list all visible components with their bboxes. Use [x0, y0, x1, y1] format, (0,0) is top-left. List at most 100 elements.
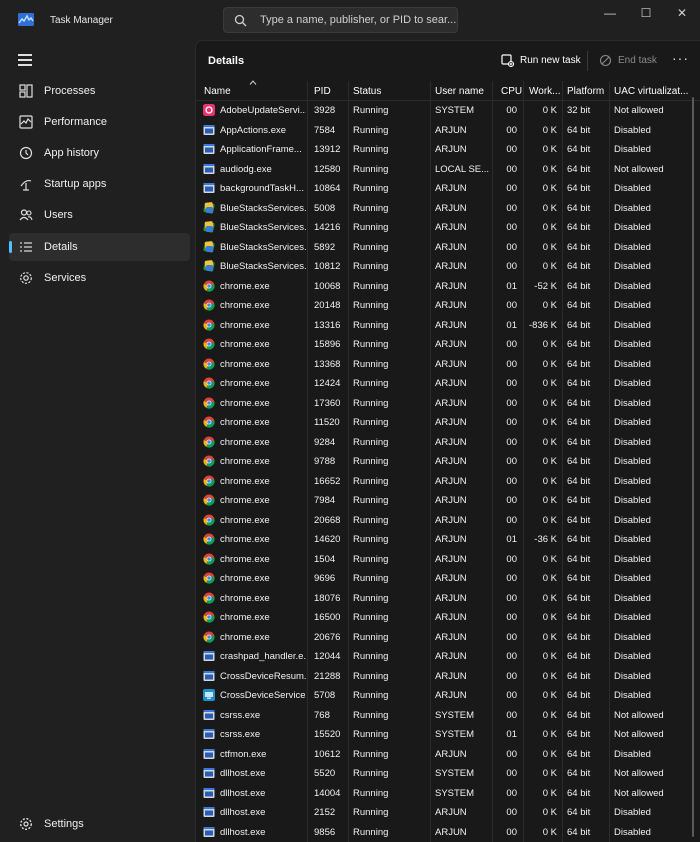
cell-pid: 12580 — [314, 163, 341, 175]
cell-cpu: 00 — [506, 261, 517, 272]
cell-cpu: 00 — [506, 202, 517, 214]
table-row[interactable]: chrome.exe 9284 Running ARJUN 00 0 K 64 bit Dis… — [196, 433, 700, 453]
table-row[interactable]: BlueStacksServices... 5892 Running ARJUN 00 0… — [196, 238, 700, 258]
table-row[interactable]: ApplicationFrame... 13912 Running ARJUN 00 0 … — [196, 140, 700, 160]
table-row[interactable]: chrome.exe 9788 Running ARJUN 00 0 K 64 bit Dis… — [196, 452, 700, 472]
app-icon — [203, 768, 215, 778]
cell-name: CrossDeviceService... — [220, 690, 306, 701]
cell-cpu: 00 — [506, 241, 517, 253]
table-row[interactable]: chrome.exe 13316 Running ARJUN 01 -836 K 64 bi… — [196, 316, 700, 336]
column-header-user-name[interactable]: User name — [435, 86, 490, 97]
table-row[interactable]: csrss.exe 768 Running SYSTEM 00 0 K 64 bit Not … — [196, 706, 700, 726]
run-task-icon — [501, 54, 514, 67]
vertical-scrollbar[interactable] — [692, 97, 694, 837]
cell-mem: 0 K — [542, 475, 557, 487]
cell-mem: 0 K — [542, 163, 557, 175]
hamburger-menu-icon[interactable] — [18, 54, 32, 66]
column-header-pid[interactable]: PID — [314, 86, 348, 97]
cell-pid: 10068 — [314, 280, 341, 292]
column-header-cpu[interactable]: CPU — [501, 86, 523, 97]
table-row[interactable]: chrome.exe 20676 Running ARJUN 00 0 K 64 bit Di… — [196, 628, 700, 648]
column-header-platform[interactable]: Platform — [567, 86, 609, 97]
maximize-button[interactable]: ☐ — [631, 2, 661, 24]
minimize-button[interactable]: — — [595, 2, 625, 24]
table-row[interactable]: CrossDeviceResum... 21288 Running ARJUN 00 0 … — [196, 667, 700, 687]
table-row[interactable]: chrome.exe 10068 Running ARJUN 01 -52 K 64 bit… — [196, 277, 700, 297]
table-row[interactable]: chrome.exe 16652 Running ARJUN 00 0 K 64 bit Di… — [196, 472, 700, 492]
sidebar-item-details[interactable]: Details — [9, 233, 190, 261]
table-row[interactable]: dllhost.exe 14004 Running SYSTEM 00 0 K 64 bit… — [196, 784, 700, 804]
cell-uac: Disabled — [614, 300, 651, 311]
table-row[interactable]: AdobeUpdateServi... 3928 Running SYSTEM 00 0 … — [196, 101, 700, 121]
column-header-name[interactable]: Name — [204, 86, 304, 97]
table-row[interactable]: chrome.exe 12424 Running ARJUN 00 0 K 64 bit Di… — [196, 374, 700, 394]
sidebar-item-settings[interactable]: Settings — [9, 810, 190, 838]
sidebar-item-performance[interactable]: Performance — [9, 108, 190, 136]
table-row[interactable]: chrome.exe 15896 Running ARJUN 00 0 K 64 bit Di… — [196, 335, 700, 355]
table-row[interactable]: BlueStacksServices... 10812 Running ARJUN 00… — [196, 257, 700, 277]
table-row[interactable]: dllhost.exe 2152 Running ARJUN 00 0 K 64 bit Di… — [196, 803, 700, 823]
table-row[interactable]: chrome.exe 13368 Running ARJUN 00 0 K 64 bit Di… — [196, 355, 700, 375]
cell-name: CrossDeviceResum... — [220, 670, 306, 682]
table-row[interactable]: chrome.exe 20668 Running ARJUN 00 0 K 64 bit Di… — [196, 511, 700, 531]
sidebar-item-app-history[interactable]: App history — [9, 139, 190, 167]
table-row[interactable]: BlueStacksServices... 14216 Running ARJUN 00… — [196, 218, 700, 238]
cell-name: ctfmon.exe — [220, 748, 267, 760]
table-row[interactable]: ctfmon.exe 10612 Running ARJUN 00 0 K 64 bit Di… — [196, 745, 700, 765]
table-row[interactable]: chrome.exe 14620 Running ARJUN 01 -36 K 64 bit… — [196, 530, 700, 550]
table-row[interactable]: csrss.exe 15520 Running SYSTEM 01 0 K 64 bit No… — [196, 725, 700, 745]
table-row[interactable]: chrome.exe 17360 Running ARJUN 00 0 K 64 bit Di… — [196, 394, 700, 414]
cell-uac: Disabled — [614, 690, 651, 701]
chrome-icon — [203, 592, 215, 604]
end-task-label: End task — [618, 55, 657, 66]
sidebar-item-users[interactable]: Users — [9, 201, 190, 229]
table-row[interactable]: dllhost.exe 5520 Running SYSTEM 00 0 K 64 bit N… — [196, 764, 700, 784]
cell-pid: 768 — [314, 709, 330, 721]
table-row[interactable]: chrome.exe 1504 Running ARJUN 00 0 K 64 bit Dis… — [196, 550, 700, 570]
cell-cpu: 00 — [506, 124, 517, 136]
table-row[interactable]: chrome.exe 16500 Running ARJUN 00 0 K 64 bit Di… — [196, 608, 700, 628]
cell-cpu: 00 — [506, 670, 517, 682]
table-row[interactable]: CrossDeviceService... 5708 Running ARJUN 00 0… — [196, 686, 700, 706]
cell-uac: Disabled — [614, 553, 651, 565]
cell-pid: 21288 — [314, 670, 341, 682]
close-button[interactable]: ✕ — [667, 2, 697, 24]
block-icon — [599, 54, 612, 67]
cell-pid: 11520 — [314, 417, 340, 428]
cell-uac: Disabled — [614, 202, 651, 214]
cell-user: SYSTEM — [435, 729, 475, 740]
table-row[interactable]: chrome.exe 7984 Running ARJUN 00 0 K 64 bit Dis… — [196, 491, 700, 511]
app-icon — [203, 748, 215, 759]
column-header-status[interactable]: Status — [353, 86, 427, 97]
table-row[interactable]: chrome.exe 18076 Running ARJUN 00 0 K 64 bit Di… — [196, 589, 700, 609]
table-row[interactable]: chrome.exe 11520 Running ARJUN 00 0 K 64 bit Di… — [196, 413, 700, 433]
search-input[interactable]: Type a name, publisher, or PID to sear..… — [223, 7, 458, 33]
cell-uac: Disabled — [614, 670, 651, 682]
chrome-icon — [203, 494, 215, 506]
cell-pid: 9856 — [314, 826, 336, 838]
cell-uac: Disabled — [614, 417, 651, 428]
more-options-button[interactable]: ··· — [672, 50, 689, 66]
chrome-icon — [203, 475, 215, 487]
column-header-uac-virtualization[interactable]: UAC virtualizat... — [614, 86, 692, 97]
table-row[interactable]: backgroundTaskH... 10864 Running ARJUN 00 0 K… — [196, 179, 700, 199]
cell-uac: Disabled — [614, 807, 651, 818]
title-bar: Task Manager Type a name, publisher, or … — [0, 0, 700, 40]
table-row[interactable]: crashpad_handler.e... 12044 Running ARJUN 00… — [196, 647, 700, 667]
table-row[interactable]: audiodg.exe 12580 Running LOCAL SE... 00 0 K 6… — [196, 160, 700, 180]
table-row[interactable]: dllhost.exe 9856 Running ARJUN 00 0 K 64 bit Di… — [196, 823, 700, 842]
cell-cpu: 00 — [506, 417, 517, 428]
table-row[interactable]: AppActions.exe 7584 Running ARJUN 00 0 K 64 bi… — [196, 121, 700, 141]
column-header-working-set[interactable]: Work... — [529, 86, 561, 97]
sidebar-item-services[interactable]: Services — [9, 264, 190, 292]
table-row[interactable]: chrome.exe 9696 Running ARJUN 00 0 K 64 bit Dis… — [196, 569, 700, 589]
sidebar-item-startup-apps[interactable]: Startup apps — [9, 170, 190, 198]
cell-platform: 64 bit — [567, 300, 591, 311]
sidebar-item-processes[interactable]: Processes — [9, 77, 190, 105]
cell-status: Running — [353, 553, 389, 565]
cell-user: ARJUN — [435, 124, 467, 136]
table-row[interactable]: chrome.exe 20148 Running ARJUN 00 0 K 64 bit Di… — [196, 296, 700, 316]
sidebar-item-label: Processes — [44, 85, 96, 97]
table-row[interactable]: BlueStacksServices... 5008 Running ARJUN 00 0… — [196, 199, 700, 219]
cell-pid: 15520 — [314, 729, 341, 740]
